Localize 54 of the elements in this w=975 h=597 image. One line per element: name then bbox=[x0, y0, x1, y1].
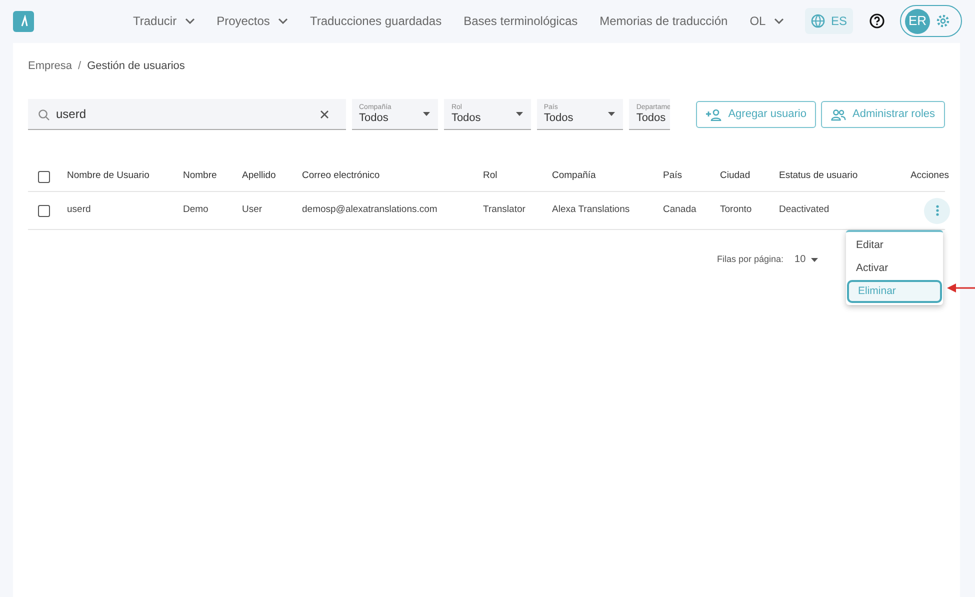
table-cell-text: demosp@alexatranslations.com bbox=[302, 203, 438, 218]
caret-icon bbox=[184, 18, 195, 24]
column-header: País bbox=[663, 169, 682, 184]
nav-link[interactable]: Bases terminológicas bbox=[464, 12, 578, 30]
help-icon[interactable] bbox=[869, 13, 885, 29]
column-header: Acciones bbox=[910, 169, 949, 184]
action-button[interactable]: Administrar roles bbox=[821, 101, 946, 128]
table-cell-text: User bbox=[242, 203, 262, 218]
table-cell-text: Toronto bbox=[720, 203, 752, 218]
action-button[interactable]: Agregar usuario bbox=[696, 101, 816, 128]
table-cell-text: Alexa Translations bbox=[552, 203, 630, 218]
search-icon bbox=[38, 109, 50, 121]
column-header: Nombre de Usuario bbox=[67, 169, 150, 184]
column-header: Estatus de usuario bbox=[779, 169, 858, 184]
more-icon bbox=[936, 205, 938, 216]
add-user-icon bbox=[706, 108, 722, 120]
users-icon bbox=[831, 108, 846, 120]
caret-icon bbox=[278, 18, 288, 24]
nav-link[interactable]: Memorias de traducción bbox=[600, 12, 728, 30]
checkbox[interactable] bbox=[38, 170, 50, 182]
breadcrumb-separator: / bbox=[78, 58, 82, 74]
dropdown-arrow-icon bbox=[810, 258, 818, 262]
nav-link[interactable]: Proyectos bbox=[216, 12, 288, 30]
nav-link[interactable]: Traducir bbox=[133, 12, 195, 30]
dropdown-arrow-icon bbox=[516, 112, 523, 116]
menu-item[interactable]: Activar bbox=[847, 257, 942, 280]
table-cell-text: userd bbox=[67, 203, 91, 218]
rows-per-page-label: Filas por página: bbox=[717, 252, 784, 266]
rows-per-page-select[interactable]: 10 bbox=[794, 252, 818, 267]
column-header: Apellido bbox=[242, 169, 276, 184]
annotation-arrow bbox=[947, 283, 975, 293]
breadcrumb-link[interactable]: Empresa bbox=[28, 58, 72, 74]
caret-icon bbox=[774, 18, 784, 24]
nav-link[interactable]: OL bbox=[750, 12, 784, 30]
column-header: Compañía bbox=[552, 169, 596, 184]
column-header: Ciudad bbox=[720, 169, 750, 184]
avatar[interactable]: ER bbox=[905, 8, 930, 34]
table-cell-text: Translator bbox=[483, 203, 526, 218]
dropdown-arrow-icon bbox=[608, 112, 616, 116]
search-field[interactable]: userd bbox=[28, 99, 346, 130]
column-header: Nombre bbox=[183, 169, 217, 184]
table-cell-text: Canada bbox=[663, 203, 696, 218]
column-header: Correo electrónico bbox=[302, 169, 380, 184]
dropdown-arrow-icon bbox=[423, 112, 430, 116]
nav-link[interactable]: Traducciones guardadas bbox=[310, 12, 442, 30]
table-cell-text: Deactivated bbox=[779, 203, 830, 218]
breadcrumb-current: Gestión de usuarios bbox=[87, 58, 185, 74]
checkbox[interactable] bbox=[38, 204, 50, 216]
table-cell-text: Demo bbox=[183, 203, 208, 218]
clear-icon[interactable] bbox=[320, 110, 329, 119]
logo-icon bbox=[13, 10, 34, 32]
globe-icon bbox=[810, 14, 825, 28]
column-header: Rol bbox=[483, 169, 498, 184]
menu-item[interactable]: Editar bbox=[847, 234, 942, 257]
